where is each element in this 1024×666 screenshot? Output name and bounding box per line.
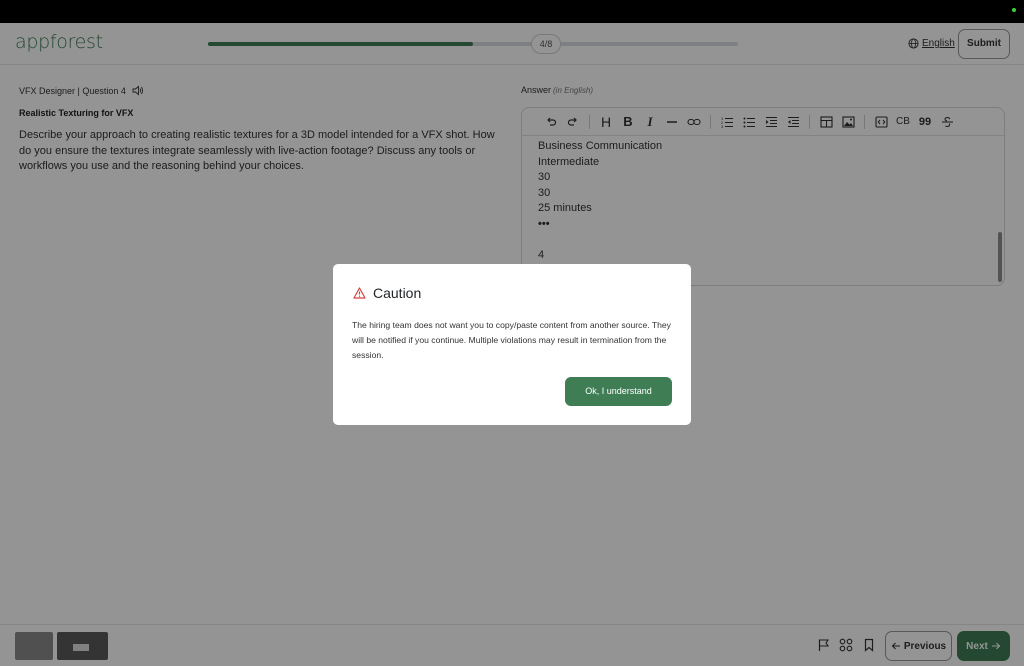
caution-dialog: Caution The hiring team does not want yo… xyxy=(333,264,691,425)
system-top-bar xyxy=(0,0,1024,23)
warning-icon xyxy=(353,287,366,299)
ok-understand-button[interactable]: Ok, I understand xyxy=(565,377,672,406)
dialog-header: Caution xyxy=(353,285,421,301)
dialog-title: Caution xyxy=(373,285,422,301)
camera-indicator-icon xyxy=(1012,8,1016,12)
dialog-message: The hiring team does not want you to cop… xyxy=(352,320,671,360)
